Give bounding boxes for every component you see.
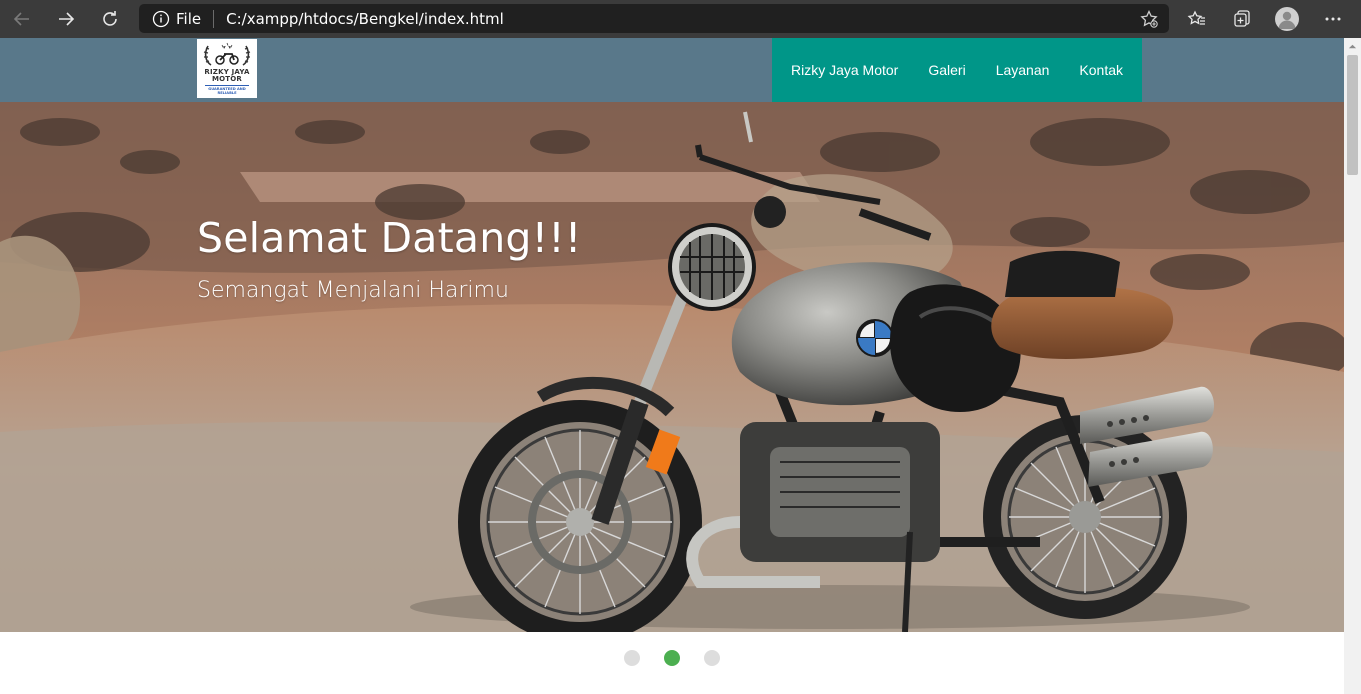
slider-dot-2[interactable] — [664, 650, 680, 666]
hero-subtitle: Semangat Menjalani Harimu — [197, 278, 509, 303]
favorites-button[interactable] — [1180, 0, 1214, 38]
scrollbar-thumb[interactable] — [1347, 55, 1358, 175]
hero-title: Selamat Datang!!! — [197, 214, 582, 262]
slider-dot-3[interactable] — [704, 650, 720, 666]
avatar-icon — [1275, 7, 1299, 31]
back-button[interactable] — [0, 0, 44, 38]
logo-tagline-2: RELIABLE — [217, 91, 237, 95]
main-menu: Rizky Jaya Motor Galeri Layanan Kontak — [772, 38, 1142, 102]
address-scheme: File — [176, 9, 202, 28]
address-bar[interactable]: File C:/xampp/htdocs/Bengkel/index.html — [139, 4, 1169, 33]
slider-dot-1[interactable] — [624, 650, 640, 666]
profile-button[interactable] — [1272, 0, 1302, 38]
info-icon[interactable] — [152, 10, 170, 28]
logo-line-2: MOTOR — [211, 75, 243, 83]
more-button[interactable] — [1316, 0, 1350, 38]
arrow-left-icon — [13, 12, 29, 26]
menu-item-layanan[interactable]: Layanan — [981, 38, 1065, 102]
reload-button[interactable] — [88, 0, 132, 38]
menu-item-kontak[interactable]: Kontak — [1064, 38, 1138, 102]
arrow-right-icon — [59, 12, 75, 26]
page-scrollbar[interactable] — [1344, 38, 1361, 694]
logo-emblem-icon — [203, 42, 251, 66]
menu-item-home[interactable]: Rizky Jaya Motor — [776, 38, 913, 102]
hero-motorcycle-image — [0, 102, 1344, 632]
slider-dots — [0, 650, 1344, 668]
browser-toolbar: File C:/xampp/htdocs/Bengkel/index.html — [0, 0, 1361, 38]
site-navbar: RIZKY JAYA MOTOR GUARANTEED AND RELIABLE… — [0, 38, 1344, 102]
logo-divider — [205, 85, 249, 86]
menu-item-galeri[interactable]: Galeri — [913, 38, 980, 102]
scroll-up-arrow-icon[interactable] — [1344, 38, 1361, 55]
star-add-icon[interactable] — [1139, 9, 1159, 29]
hero-slide: Selamat Datang!!! Semangat Menjalani Har… — [0, 102, 1344, 632]
forward-button[interactable] — [44, 0, 88, 38]
page-viewport: RIZKY JAYA MOTOR GUARANTEED AND RELIABLE… — [0, 38, 1344, 694]
more-icon — [1325, 17, 1341, 21]
reload-icon — [103, 11, 117, 26]
collections-button[interactable] — [1225, 0, 1259, 38]
address-separator — [213, 9, 215, 28]
collections-icon — [1234, 10, 1250, 27]
favorites-icon — [1187, 10, 1205, 25]
address-url[interactable]: C:/xampp/htdocs/Bengkel/index.html — [226, 10, 504, 28]
site-logo[interactable]: RIZKY JAYA MOTOR GUARANTEED AND RELIABLE — [197, 39, 257, 98]
